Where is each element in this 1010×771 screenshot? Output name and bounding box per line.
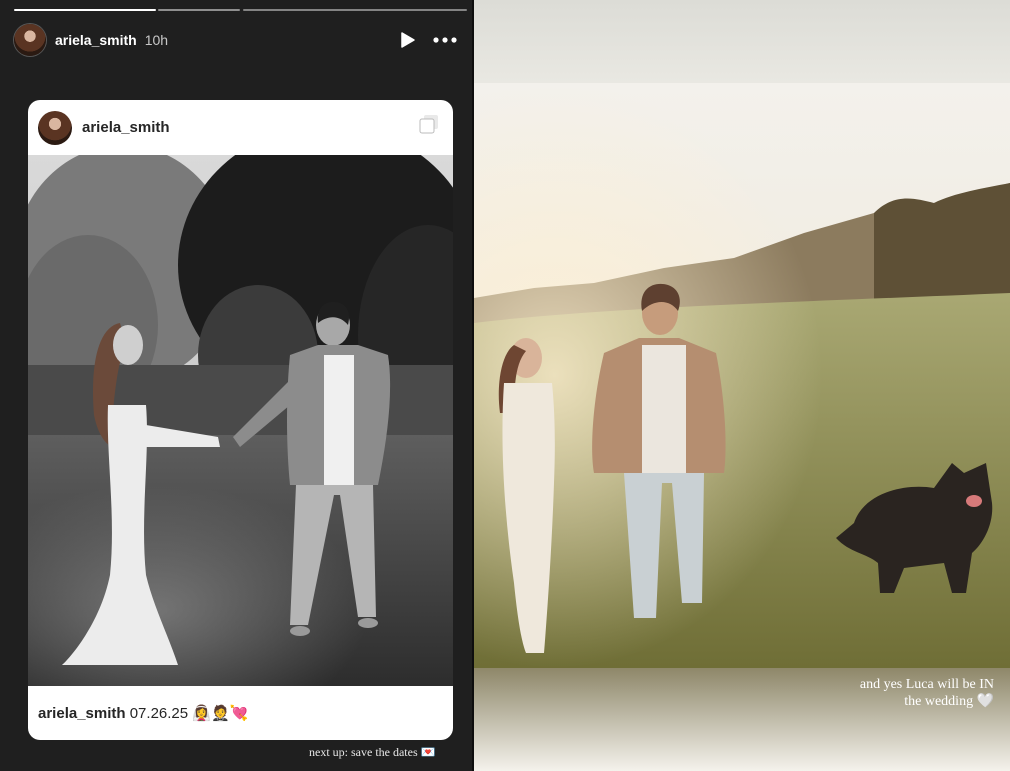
post-avatar[interactable] (38, 110, 72, 145)
carousel-icon (419, 114, 439, 134)
story-progress-segment-2 (158, 9, 240, 11)
caption-text: 07.26.25 👰‍♀️🤵💘 (129, 705, 249, 722)
story-progress-segment-3 (243, 9, 467, 11)
story-photo[interactable] (474, 83, 1010, 668)
caption-username[interactable]: ariela_smith (38, 705, 126, 722)
post-username[interactable]: ariela_smith (82, 119, 170, 136)
post-caption: ariela_smith 07.26.25 👰‍♀️🤵💘 (38, 704, 248, 722)
caption-line-1: and yes Luca will be IN (859, 677, 994, 692)
story-timestamp: 10h (144, 32, 169, 48)
story-avatar[interactable] (14, 24, 46, 56)
play-icon[interactable] (398, 31, 416, 49)
shared-post-card[interactable]: ariela_smith (28, 100, 453, 740)
story-header: ariela_smith 10h (14, 24, 464, 56)
story-progress-segment-1 (14, 9, 156, 11)
right-story-panel: and yes Luca will be IN the wedding 🤍 (474, 0, 1010, 771)
story-caption: and yes Luca will be IN the wedding 🤍 (694, 676, 994, 710)
post-header: ariela_smith (28, 100, 453, 155)
story-footer-text: next up: save the dates 💌 (309, 745, 436, 759)
left-story-panel: ariela_smith 10h ariela_smith ariela_smi… (0, 0, 472, 771)
post-photo[interactable] (28, 155, 453, 686)
more-dots-icon[interactable] (432, 30, 458, 50)
caption-line-2: the wedding 🤍 (904, 694, 994, 709)
story-username[interactable]: ariela_smith (55, 32, 137, 48)
